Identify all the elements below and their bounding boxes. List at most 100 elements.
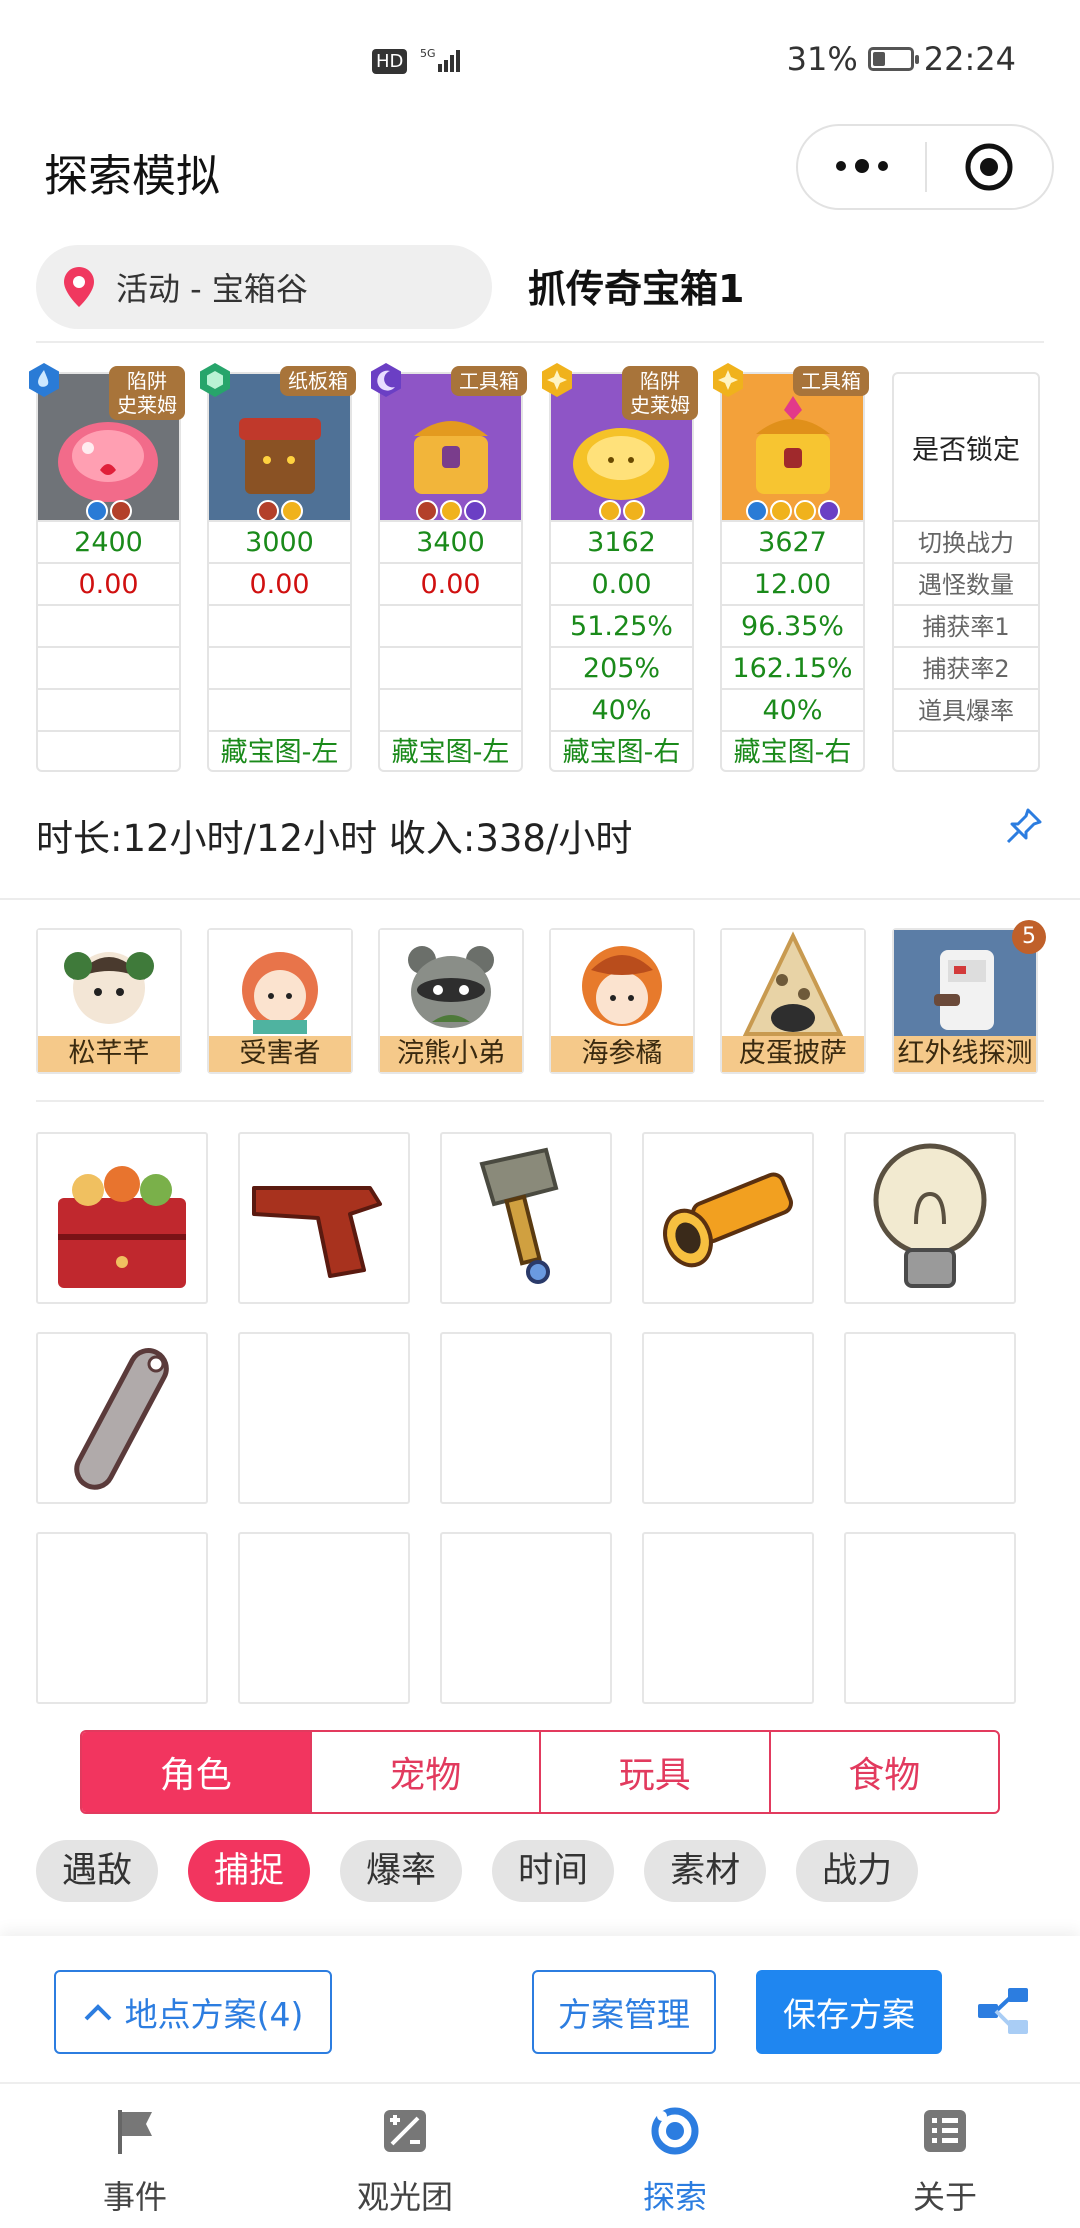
count-badge: 5	[1012, 920, 1046, 954]
monster-card-5[interactable]: 工具箱 3627 12.00 96.35% 162.15% 40% 藏宝图-右	[713, 363, 869, 772]
item-slot-food-box[interactable]	[36, 1132, 208, 1304]
character-portrait	[209, 930, 351, 1038]
location-label: 活动 - 宝箱谷	[116, 270, 308, 308]
character-card[interactable]: 海参橘	[549, 928, 695, 1074]
battery-icon	[867, 47, 919, 71]
tab-character[interactable]: 角色	[82, 1732, 310, 1812]
location-selector[interactable]: 活动 - 宝箱谷	[36, 245, 492, 329]
svg-text:5G: 5G	[420, 47, 436, 60]
nav-events[interactable]: 事件	[0, 2084, 270, 2228]
filter-capture[interactable]: 捕捉	[188, 1840, 311, 1902]
monster-card-2[interactable]: 纸板箱 3000 0.00 藏宝图-左	[200, 363, 356, 774]
tab-food[interactable]: 食物	[768, 1732, 999, 1812]
status-bar: HD 5G 31% 22:24	[0, 0, 1080, 120]
location-plans-button[interactable]: 地点方案(4)	[54, 1970, 332, 2054]
summary-text: 时长:12小时/12小时 收入:338/小时	[36, 817, 633, 860]
character-card[interactable]: 松芊芊	[36, 928, 182, 1074]
item-slot-empty[interactable]	[36, 1532, 208, 1704]
character-portrait	[38, 930, 180, 1038]
target-icon	[965, 143, 1013, 191]
item-slot-light-bulb[interactable]	[844, 1132, 1016, 1304]
gold-element-icon	[542, 363, 572, 397]
character-card[interactable]: 浣熊小弟	[378, 928, 524, 1074]
monster-card-3[interactable]: 工具箱 3400 0.00 藏宝图-左	[371, 363, 527, 772]
nav-label: 事件	[102, 2178, 167, 2216]
save-plan-button[interactable]: 保存方案	[756, 1970, 942, 2054]
count-value: 0.00	[209, 562, 350, 606]
flag-icon	[118, 2110, 152, 2154]
nav-about[interactable]: 关于	[810, 2084, 1080, 2228]
item-slot-empty[interactable]	[440, 1332, 612, 1504]
item-slot-empty[interactable]	[844, 1532, 1016, 1704]
trait-icons	[209, 500, 350, 522]
item-slot-tag[interactable]	[36, 1332, 208, 1504]
item-slot-empty[interactable]	[238, 1532, 410, 1704]
item-slot-flare-gun[interactable]	[238, 1132, 410, 1304]
character-card[interactable]: 受害者	[207, 928, 353, 1074]
character-name: 松芊芊	[38, 1036, 180, 1072]
item-slot-empty[interactable]	[440, 1532, 612, 1704]
power-value: 3400	[380, 520, 521, 564]
nav-label: 关于	[912, 2178, 977, 2216]
capture2-value	[209, 646, 350, 690]
monster-card-4[interactable]: 陷阱 史莱姆 3162 0.00 51.25% 205% 40% 藏宝图-右	[542, 363, 698, 772]
flare-gun-icon	[252, 1186, 382, 1278]
capture2-value	[38, 646, 179, 690]
chevron-up-icon	[84, 2004, 112, 2021]
item-slot-hammer-sword[interactable]	[440, 1132, 612, 1304]
close-target-button[interactable]	[927, 141, 1052, 193]
drop-value	[209, 688, 350, 732]
power-value: 3627	[722, 520, 863, 564]
nav-tour[interactable]: 观光团	[270, 2084, 540, 2228]
manage-plans-button[interactable]: 方案管理	[532, 1970, 716, 2054]
tab-toy[interactable]: 玩具	[539, 1732, 769, 1812]
character-name: 受害者	[209, 1036, 351, 1072]
filter-encounter[interactable]: 遇敌	[36, 1840, 159, 1902]
character-name: 浣熊小弟	[380, 1036, 522, 1072]
character-card[interactable]: 红外线探测 5	[892, 920, 1046, 1074]
pin-icon[interactable]	[1004, 806, 1044, 846]
lock-toggle[interactable]: 是否锁定	[894, 374, 1038, 520]
drop-value	[38, 688, 179, 732]
nav-explore[interactable]: 探索	[540, 2084, 810, 2228]
item-slot-flashlight[interactable]	[642, 1132, 814, 1304]
character-name: 海参橘	[551, 1036, 693, 1072]
item-slot-empty[interactable]	[642, 1532, 814, 1704]
character-name: 皮蛋披萨	[722, 1036, 864, 1072]
green-element-icon	[200, 363, 230, 397]
capture1-value	[209, 604, 350, 648]
item-slot-empty[interactable]	[238, 1332, 410, 1504]
power-value: 3000	[209, 520, 350, 564]
monster-tag: 陷阱 史莱姆	[109, 366, 185, 420]
filter-material[interactable]: 素材	[644, 1840, 767, 1902]
water-element-icon	[29, 363, 59, 397]
share-icon[interactable]	[976, 1986, 1032, 2036]
capture1-value	[380, 604, 521, 648]
flashlight-icon	[663, 1172, 793, 1268]
capture1-value: 96.35%	[722, 604, 863, 648]
power-value: 3162	[551, 520, 692, 564]
item-slot-empty[interactable]	[844, 1332, 1016, 1504]
monster-tag: 纸板箱	[280, 366, 356, 396]
category-tabs: 角色 宠物 玩具 食物	[80, 1730, 1000, 1814]
more-menu-button[interactable]	[798, 159, 925, 173]
count-value: 0.00	[551, 562, 692, 606]
bottom-nav: 事件 观光团 探索 关于	[0, 2082, 1080, 2228]
filter-time[interactable]: 时间	[492, 1840, 615, 1902]
trait-icons	[551, 500, 692, 522]
miniprogram-capsule	[796, 124, 1054, 210]
label-power[interactable]: 切换战力	[894, 520, 1038, 564]
trait-icons	[38, 500, 179, 522]
character-card[interactable]: 皮蛋披萨	[720, 928, 866, 1074]
food-box-icon	[58, 1166, 186, 1288]
tab-pet[interactable]: 宠物	[309, 1732, 540, 1812]
capture1-value	[38, 604, 179, 648]
filter-power[interactable]: 战力	[796, 1840, 919, 1902]
hammer-sword-icon	[479, 1147, 559, 1284]
drop-value	[380, 688, 521, 732]
action-footer: 地点方案(4) 方案管理 保存方案	[0, 1936, 1080, 2082]
monster-card-1[interactable]: 陷阱 史莱姆 2400 0.00	[29, 363, 185, 772]
filter-drop-rate[interactable]: 爆率	[340, 1840, 463, 1902]
item-slot-empty[interactable]	[642, 1332, 814, 1504]
map-value: 藏宝图-左	[209, 730, 350, 774]
